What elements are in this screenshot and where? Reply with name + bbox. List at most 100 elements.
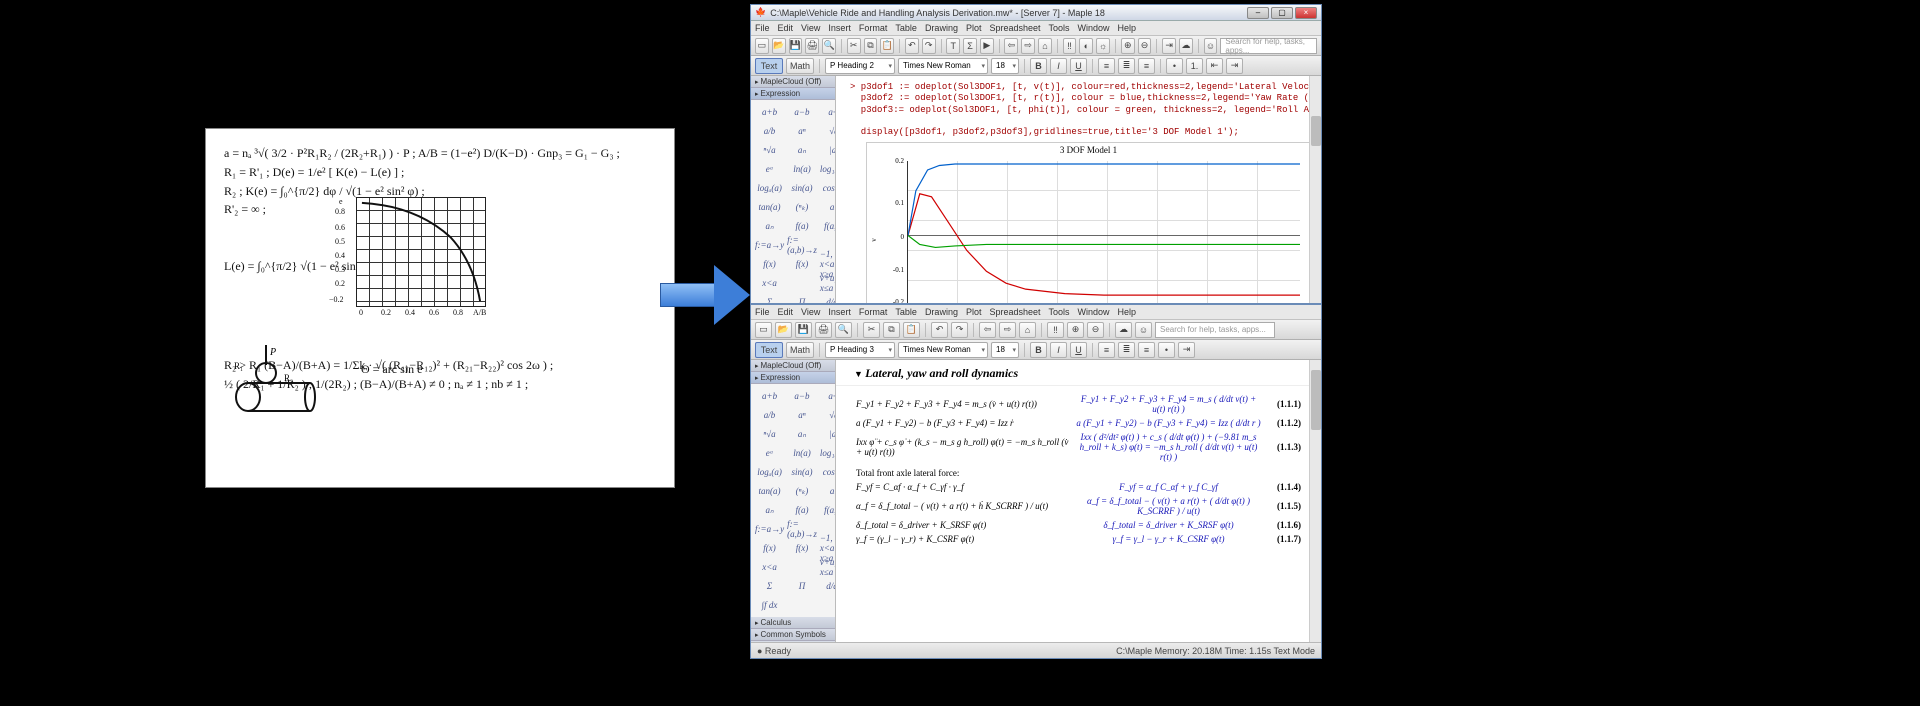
palette-expr-item[interactable]: ∫f dx xyxy=(755,597,784,613)
palette-expr-item[interactable]: −1, x<a 1, x≥a xyxy=(820,256,836,272)
menu-edit[interactable]: Edit xyxy=(778,23,794,33)
help-search-input[interactable]: Search for help, tasks, apps... xyxy=(1155,322,1275,338)
align-right-icon[interactable]: ≡ xyxy=(1138,58,1155,74)
eq-input[interactable]: α_f = δ_f_total − ( v(t) + a r(t) + ḣ K_… xyxy=(856,501,1076,511)
menu-file[interactable]: File xyxy=(755,23,770,33)
palette-expr-item[interactable]: aⁿ xyxy=(787,123,817,139)
palette-expr-item[interactable]: ln(a) xyxy=(787,161,817,177)
palette-expr-item[interactable]: Σ xyxy=(755,294,784,303)
palette-expression[interactable]: Expression xyxy=(751,88,835,100)
minimize-button[interactable]: – xyxy=(1247,7,1269,19)
maple-code[interactable]: > p3dof1 := odeplot(Sol3DOF1, [t, v(t)],… xyxy=(836,76,1321,140)
eq-input[interactable]: F_y1 + F_y2 + F_y3 + F_y4 = m_s (v̇ + u(… xyxy=(856,399,1076,409)
eq-input[interactable]: δ_f_total = δ_driver + K_SRSF φ(t) xyxy=(856,520,1076,530)
eq-input[interactable]: a (F_y1 + F_y2) − b (F_y3 + F_y4) = Izz … xyxy=(856,418,1076,428)
menu-help[interactable]: Help xyxy=(1118,307,1137,317)
font-dropdown[interactable]: Times New Roman xyxy=(898,58,988,74)
insert-math-icon[interactable]: Σ xyxy=(963,38,977,54)
paste-icon[interactable]: 📋 xyxy=(903,322,920,338)
bold-icon[interactable]: B xyxy=(1030,342,1047,358)
menu-format[interactable]: Format xyxy=(859,23,888,33)
palette-expr-item[interactable]: log₁₀(a) xyxy=(820,445,836,461)
palette-expr-item[interactable]: a·b xyxy=(820,388,836,404)
palette-expr-item[interactable] xyxy=(787,275,817,291)
palette-expr-item[interactable]: |a| xyxy=(820,426,836,442)
print-icon[interactable]: 🖨 xyxy=(815,322,832,338)
palette-expr-item[interactable]: f:=a→y xyxy=(755,237,784,253)
menu-view[interactable]: View xyxy=(801,23,820,33)
home-icon[interactable]: ⌂ xyxy=(1019,322,1036,338)
palette-expression[interactable]: Expression xyxy=(751,372,835,384)
align-center-icon[interactable]: ≣ xyxy=(1118,342,1135,358)
bold-icon[interactable]: B xyxy=(1030,58,1047,74)
palette-expr-item[interactable]: −1, x<a 1, x≥a xyxy=(820,540,836,556)
stop-icon[interactable]: ◐ xyxy=(1079,38,1093,54)
bullets-icon[interactable]: • xyxy=(1166,58,1183,74)
palette-expr-item[interactable]: Σ xyxy=(755,578,784,594)
palette-expr-item[interactable]: f(a,b) xyxy=(820,218,836,234)
print-icon[interactable]: 🖨 xyxy=(805,38,819,54)
menu-file[interactable]: File xyxy=(755,307,770,317)
palette-expr-item[interactable]: a+b xyxy=(755,388,784,404)
menu-drawing[interactable]: Drawing xyxy=(925,23,958,33)
palette-expr-item[interactable]: aₙ xyxy=(787,426,817,442)
menu-window[interactable]: Window xyxy=(1078,307,1110,317)
palette-expr-item[interactable]: x<a xyxy=(755,275,784,291)
indent-icon[interactable]: ⇥ xyxy=(1226,58,1243,74)
bullets-icon[interactable]: • xyxy=(1158,342,1175,358)
fontsize-dropdown[interactable]: 18 xyxy=(991,342,1019,358)
palette-expr-item[interactable]: √a xyxy=(820,407,836,423)
outdent-icon[interactable]: ⇤ xyxy=(1206,58,1223,74)
palette-expr-item[interactable]: cos(a) xyxy=(820,180,836,196)
palette-expr-item[interactable]: aₙ xyxy=(755,218,784,234)
menu-drawing[interactable]: Drawing xyxy=(925,307,958,317)
align-left-icon[interactable]: ≡ xyxy=(1098,58,1115,74)
paste-icon[interactable]: 📋 xyxy=(880,38,894,54)
menu-insert[interactable]: Insert xyxy=(828,23,851,33)
menu-table[interactable]: Table xyxy=(895,23,917,33)
palette-expr-item[interactable]: ln(a) xyxy=(787,445,817,461)
menu-plot[interactable]: Plot xyxy=(966,307,982,317)
palette-expr-item[interactable]: sin(a) xyxy=(787,464,817,480)
palette-expr-item[interactable] xyxy=(787,559,817,575)
menu-edit[interactable]: Edit xyxy=(778,307,794,317)
palette-expr-item[interactable]: a−b xyxy=(787,388,817,404)
palette-expr-item[interactable]: (ⁿₖ) xyxy=(787,199,817,215)
palette-expr-item[interactable]: f(a) xyxy=(787,502,817,518)
palette-expr-item[interactable]: cos(a) xyxy=(820,464,836,480)
close-button[interactable]: × xyxy=(1295,7,1317,19)
open-icon[interactable]: 📂 xyxy=(775,322,792,338)
copy-icon[interactable]: ⧉ xyxy=(864,38,878,54)
redo-icon[interactable]: ↷ xyxy=(922,38,936,54)
palette-expr-item[interactable]: x<a xyxy=(755,559,784,575)
help-search-input[interactable]: Search for help, tasks, apps... xyxy=(1220,38,1317,54)
menu-spreadsheet[interactable]: Spreadsheet xyxy=(989,307,1040,317)
exec-all-icon[interactable]: ‼ xyxy=(1047,322,1064,338)
palette-expr-item[interactable]: a/b xyxy=(755,407,784,423)
style-dropdown[interactable]: P Heading 3 xyxy=(825,342,895,358)
eq-input[interactable]: Ixx φ̈ + c_s φ̇ + (k_s − m_s g h_roll) φ… xyxy=(856,437,1076,457)
cloud-icon[interactable]: ☁ xyxy=(1179,38,1193,54)
menu-plot[interactable]: Plot xyxy=(966,23,982,33)
mode-math-button[interactable]: Math xyxy=(786,58,814,74)
mode-math-button[interactable]: Math xyxy=(786,342,814,358)
cut-icon[interactable]: ✂ xyxy=(863,322,880,338)
palette-expr-item[interactable]: a−b xyxy=(787,104,817,120)
palette-expr-item[interactable]: f:=a→y xyxy=(755,521,784,537)
palette-expr-item[interactable] xyxy=(820,597,836,613)
palette-maplecloud[interactable]: MapleCloud (Off) xyxy=(751,360,835,372)
palette-expr-item[interactable]: aₙ xyxy=(820,199,836,215)
eq-input[interactable]: γ_f = (γ_l − γ_r) + K_CSRF φ(t) xyxy=(856,534,1076,544)
palette-expr-item[interactable]: a/b xyxy=(755,123,784,139)
menu-tools[interactable]: Tools xyxy=(1049,307,1070,317)
palette-expr-item[interactable]: f(a) xyxy=(787,218,817,234)
exec-all-icon[interactable]: ‼ xyxy=(1063,38,1077,54)
font-dropdown[interactable]: Times New Roman xyxy=(898,342,988,358)
palette-expr-item[interactable]: f(x) xyxy=(787,256,817,272)
palette-common-symbols[interactable]: Common Symbols xyxy=(751,629,835,641)
preview-icon[interactable]: 🔍 xyxy=(822,38,836,54)
menu-help[interactable]: Help xyxy=(1118,23,1137,33)
palette-expr-item[interactable]: f:=(a,b)→z xyxy=(787,521,817,537)
palette-expr-item[interactable]: f(a,b) xyxy=(820,502,836,518)
menu-view[interactable]: View xyxy=(801,307,820,317)
